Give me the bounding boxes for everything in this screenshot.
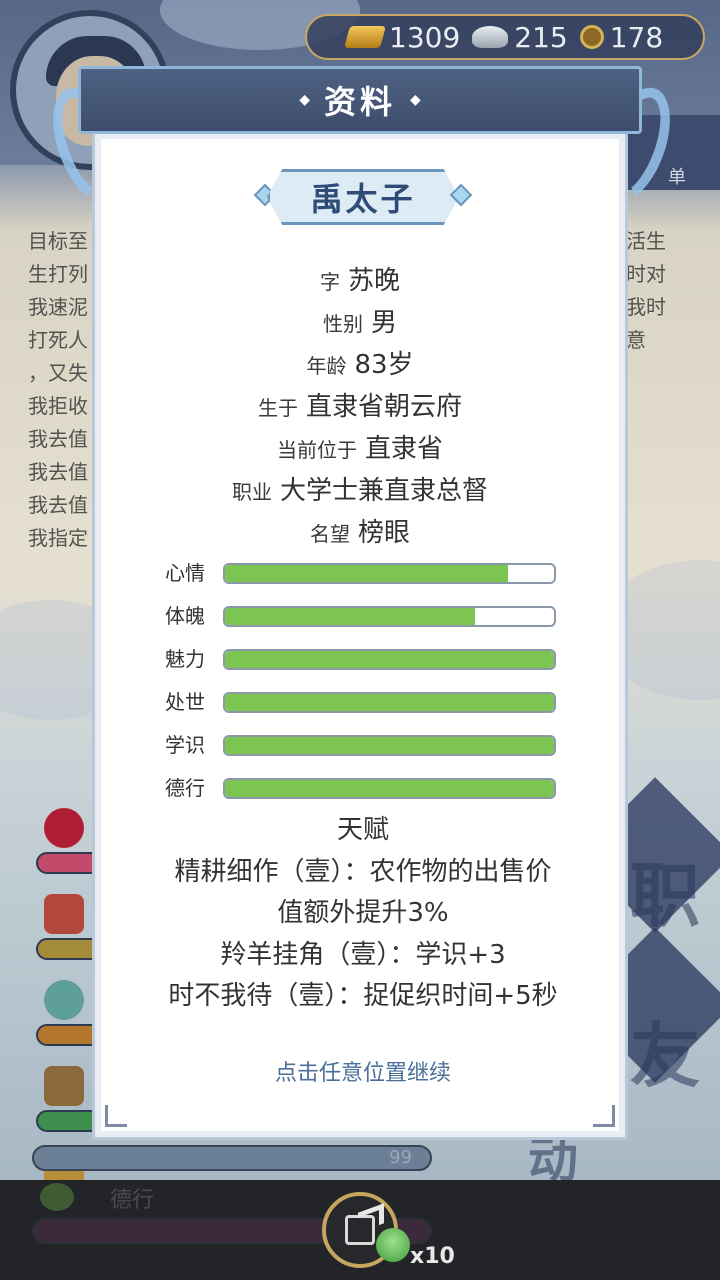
talent-line: 值额外提升3% xyxy=(277,898,449,928)
name-plate: 禹太子 xyxy=(267,169,459,225)
stat-label: 德行 xyxy=(165,776,205,800)
stat-row-worldliness: 处世 xyxy=(165,690,565,733)
stat-track xyxy=(223,606,556,627)
info-key: 当前位于 xyxy=(276,438,357,462)
stat-row-learning: 学识 xyxy=(165,733,565,776)
bottom-progress-bar: 99 xyxy=(32,1145,432,1171)
scroll-icon xyxy=(44,1066,84,1106)
mirror-icon xyxy=(44,980,84,1020)
bottom-stat-label: 德行 xyxy=(110,1188,155,1213)
talent-line: 羚羊挂角（壹）：学识+3 xyxy=(220,939,506,970)
info-value: 榜眼 xyxy=(357,518,410,548)
info-key: 性别 xyxy=(322,312,363,336)
currency-bar: 1309 215 178 xyxy=(305,14,705,60)
info-row-birthplace: 生于 直隶省朝云府 xyxy=(95,386,625,428)
info-value: 直隶省朝云府 xyxy=(305,392,462,422)
stat-track xyxy=(223,649,556,670)
character-name: 禹太子 xyxy=(310,180,416,218)
info-value: 83岁 xyxy=(354,350,414,380)
stat-fill xyxy=(225,737,554,754)
log-line: 我时 xyxy=(626,295,666,319)
dialog-title: 资料 xyxy=(323,83,396,121)
info-row-reputation: 名望 榜眼 xyxy=(95,512,625,554)
stat-row-charm: 魅力 xyxy=(165,647,565,690)
info-key: 生于 xyxy=(257,396,298,420)
info-key: 职业 xyxy=(231,480,272,504)
info-row-courtesy-name: 字苏晚 xyxy=(95,260,625,302)
armor-icon xyxy=(44,894,84,934)
stat-track xyxy=(223,735,556,756)
stat-track xyxy=(223,692,556,713)
stat-label: 魅力 xyxy=(165,647,205,671)
continue-hint[interactable]: 点击任意位置继续 xyxy=(95,1055,631,1087)
stat-label: 处世 xyxy=(165,690,205,714)
profile-dialog[interactable]: 禹太子 字苏晚 性别男 年龄 83岁 生于 直隶省朝云府 当前位于 直隶省 职业 大学士… xyxy=(92,130,628,1140)
info-row-age: 年龄 83岁 xyxy=(95,344,625,386)
info-value: 大学士兼直隶总督 xyxy=(279,476,488,506)
info-value: 直隶省 xyxy=(364,434,443,464)
stat-row-physique: 体魄 xyxy=(165,604,565,647)
gold-value: 1309 xyxy=(389,20,461,54)
bg-glyph: 职 xyxy=(630,855,700,937)
info-key: 年龄 xyxy=(306,354,347,378)
leaf-icon xyxy=(40,1183,74,1211)
stat-fill xyxy=(225,780,554,797)
diamond-bullet-icon: ◆ xyxy=(410,92,421,108)
stat-fill xyxy=(225,565,508,582)
copper-coin-icon xyxy=(579,25,604,49)
talent-line: 精耕细作（壹）：农作物的出售价 xyxy=(174,856,552,887)
stat-label: 体魄 xyxy=(165,604,205,628)
menu-banner-label: 单 xyxy=(668,167,686,188)
info-row-location: 当前位于 直隶省 xyxy=(95,428,625,470)
info-row-occupation: 职业 大学士兼直隶总督 xyxy=(95,470,625,512)
corner-ornament xyxy=(593,1105,615,1127)
bg-glyph: 友 xyxy=(630,1015,700,1097)
log-line: 时对 xyxy=(626,262,666,286)
profile-info: 字苏晚 性别男 年龄 83岁 生于 直隶省朝云府 当前位于 直隶省 职业 大学士兼直隶总… xyxy=(95,260,625,554)
event-log-right: 活生 时对 我时 意 xyxy=(626,225,706,357)
attribute-bars: 心情 体魄 魅力 处世 学识 德行 xyxy=(165,561,565,819)
talent-section: 天赋 精耕细作（壹）：农作物的出售价 值额外提升3% 羚羊挂角（壹）：学识+3 … xyxy=(115,810,611,1018)
stat-label: 心情 xyxy=(165,561,205,585)
silver-value: 215 xyxy=(514,20,568,54)
stat-fill xyxy=(225,608,476,625)
info-value: 苏晚 xyxy=(347,266,400,296)
frog-count: x10 xyxy=(410,1244,455,1269)
dialog-header: ◆ 资料 ◆ xyxy=(78,66,642,134)
stat-fill xyxy=(225,651,554,668)
stat-track xyxy=(223,778,556,799)
frog-icon xyxy=(376,1228,410,1262)
gold-ingot-icon xyxy=(344,26,386,48)
corner-ornament xyxy=(105,1105,127,1127)
talent-title: 天赋 xyxy=(336,815,389,845)
stat-fill xyxy=(225,694,554,711)
flower-icon xyxy=(44,808,84,848)
info-key: 名望 xyxy=(309,522,350,546)
talent-line: 时不我待（壹）：捉促织时间+5秒 xyxy=(168,981,558,1011)
stat-row-mood: 心情 xyxy=(165,561,565,604)
stat-track xyxy=(223,563,556,584)
info-value: 男 xyxy=(370,308,397,338)
diamond-bullet-icon: ◆ xyxy=(299,92,310,108)
info-key: 字 xyxy=(319,270,340,294)
silver-ingot-icon xyxy=(472,26,509,48)
share-icon xyxy=(345,1203,384,1245)
info-row-gender: 性别男 xyxy=(95,302,625,344)
stat-label: 学识 xyxy=(165,733,205,757)
log-line: 活生 xyxy=(626,229,666,253)
log-line: 意 xyxy=(626,328,646,352)
coin-value: 178 xyxy=(609,20,664,54)
